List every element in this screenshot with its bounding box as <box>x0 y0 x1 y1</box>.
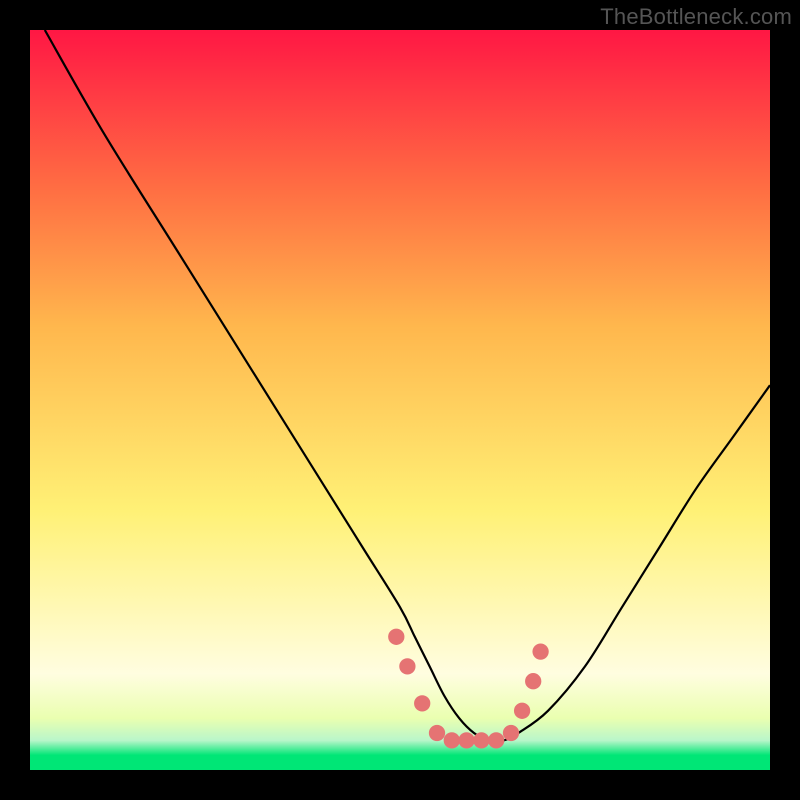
curve-marker <box>414 695 430 711</box>
curve-marker <box>429 725 445 741</box>
curve-markers <box>388 629 549 749</box>
curve-svg <box>30 30 770 770</box>
curve-marker <box>473 732 489 748</box>
bottleneck-curve <box>45 30 770 741</box>
curve-marker <box>503 725 519 741</box>
chart-frame: TheBottleneck.com <box>0 0 800 800</box>
curve-marker <box>525 673 541 689</box>
plot-area <box>30 30 770 770</box>
curve-marker <box>514 703 530 719</box>
curve-marker <box>532 643 548 659</box>
curve-marker <box>444 732 460 748</box>
watermark-label: TheBottleneck.com <box>600 4 792 30</box>
curve-marker <box>399 658 415 674</box>
curve-marker <box>488 732 504 748</box>
curve-marker <box>458 732 474 748</box>
curve-marker <box>388 629 404 645</box>
